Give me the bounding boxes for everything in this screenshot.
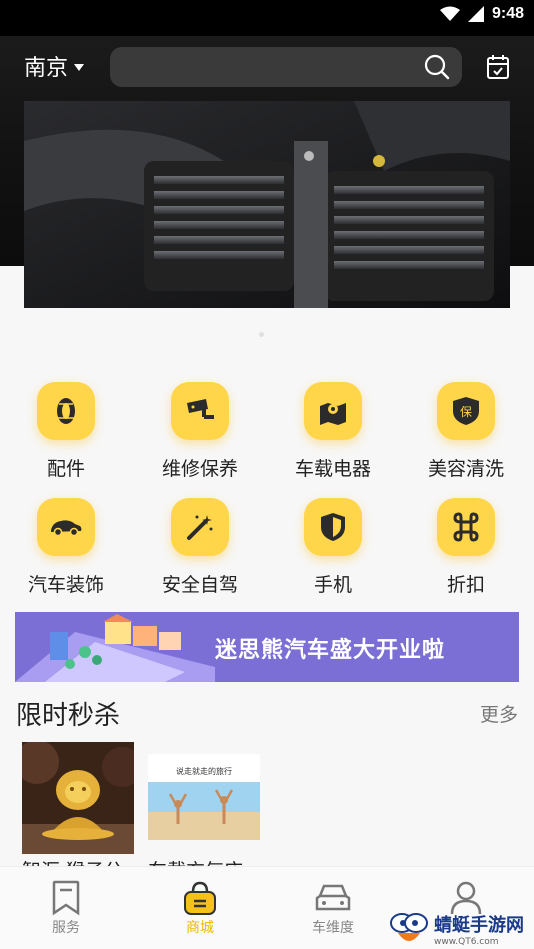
calendar-icon[interactable] — [486, 54, 510, 80]
category-beauty-wash[interactable]: 保 美容清洗 — [406, 382, 526, 481]
command-icon — [453, 512, 479, 542]
product-card[interactable]: 智汇 猴子公 — [22, 742, 134, 882]
app-screen: 9:48 南京 配件 维修保养 车载电器 保 美容清洗 汽车装饰 安全自驾 手机… — [0, 0, 534, 949]
shopping-bag-icon — [184, 881, 216, 915]
more-link[interactable]: 更多 — [480, 700, 518, 727]
category-label: 汽车装饰 — [27, 574, 104, 596]
promo-banner[interactable]: 迷思熊汽车盛大开业啦 — [15, 612, 519, 682]
promo-street-illustration — [15, 614, 215, 682]
product-image: 说走就走的旅行 — [148, 742, 260, 854]
status-time: 9:48 — [491, 5, 524, 22]
search-input[interactable] — [110, 47, 462, 87]
shield-icon — [321, 513, 345, 541]
watermark-title: 蜻蜓手游网 — [434, 914, 524, 936]
nav-label: 商城 — [186, 920, 214, 936]
car-icon — [51, 520, 82, 537]
product-image — [22, 742, 134, 854]
nav-tab-car[interactable]: 车维度 — [293, 879, 373, 937]
map-pin-icon — [320, 403, 346, 425]
caret-down-icon — [74, 64, 85, 71]
promo-text: 迷思熊汽车盛大开业啦 — [215, 638, 446, 663]
wifi-icon — [439, 6, 460, 21]
category-label: 美容清洗 — [427, 458, 504, 480]
category-label: 安全自驾 — [161, 574, 238, 596]
magic-wand-icon — [187, 515, 213, 540]
monkey-statue-image — [22, 742, 134, 854]
bookmark-icon — [52, 880, 80, 916]
product-card[interactable]: 说走就走的旅行 车载充气床 — [148, 742, 260, 882]
nav-tab-service[interactable]: 服务 — [26, 879, 106, 937]
beach-photo-image: 说走就走的旅行 — [148, 742, 260, 854]
category-label: 配件 — [46, 458, 85, 480]
category-phone[interactable]: 手机 — [273, 498, 393, 597]
carousel-indicator[interactable] — [259, 332, 264, 337]
banner-carousel[interactable] — [24, 101, 510, 308]
category-discount[interactable]: 折扣 — [406, 498, 526, 597]
signal-icon — [467, 6, 484, 22]
nav-tab-mall[interactable]: 商城 — [160, 879, 240, 937]
watermark-url: www.QT6.com — [434, 936, 499, 947]
category-label: 维修保养 — [161, 458, 238, 480]
car-front-icon — [315, 884, 351, 911]
tire-icon — [57, 398, 75, 424]
category-accessories[interactable]: 配件 — [6, 382, 126, 481]
status-bar: 9:48 — [0, 0, 534, 36]
product-image-caption: 说走就走的旅行 — [176, 766, 232, 776]
flash-sale-title: 限时秒杀 — [16, 701, 121, 731]
nav-label: 服务 — [52, 920, 80, 936]
category-car-electronics[interactable]: 车载电器 — [273, 382, 393, 481]
watermark: 蜻蜓手游网 www.QT6.com — [388, 908, 534, 949]
svg-text:保: 保 — [460, 405, 472, 419]
city-selector[interactable]: 南京 — [24, 50, 85, 82]
banner-engine-image — [24, 101, 510, 308]
nav-label: 车维度 — [312, 920, 354, 936]
category-car-decoration[interactable]: 汽车装饰 — [6, 498, 126, 597]
category-safe-driving[interactable]: 安全自驾 — [140, 498, 260, 597]
city-label: 南京 — [24, 56, 69, 81]
shield-bao-icon: 保 — [453, 397, 479, 425]
category-label: 折扣 — [446, 574, 485, 596]
category-label: 车载电器 — [294, 458, 371, 480]
category-label: 手机 — [313, 574, 352, 596]
category-maintenance[interactable]: 维修保养 — [140, 382, 260, 481]
dragonfly-logo-icon — [390, 912, 428, 941]
search-icon[interactable] — [424, 54, 450, 80]
camera-icon — [187, 399, 214, 419]
